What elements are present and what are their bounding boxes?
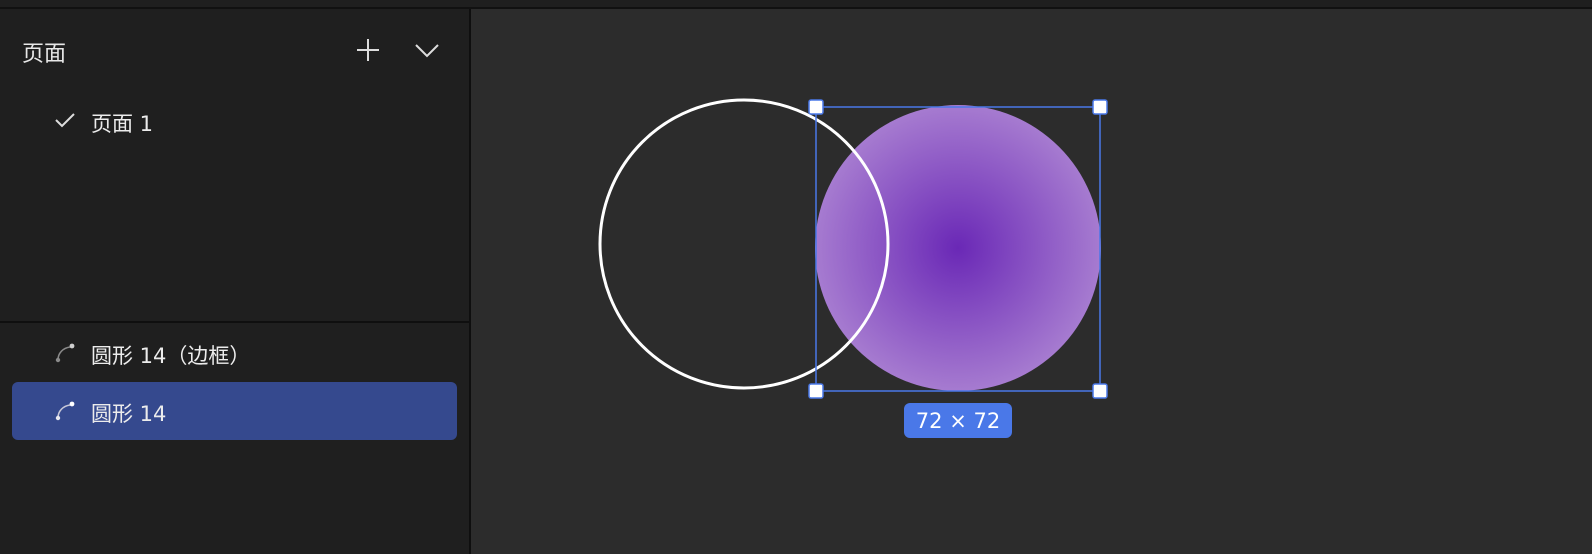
check-icon (55, 113, 75, 128)
resize-handle-bottom-left[interactable] (808, 383, 824, 399)
panel-divider (0, 321, 469, 323)
plus-icon (357, 39, 379, 61)
layer-label: 圆形 14（边框） (91, 344, 251, 368)
vector-path-icon (55, 343, 75, 363)
pages-header: 页面 (0, 24, 469, 78)
left-sidebar: 页面 页面 1 圆形 14（边框） 圆形 14 (0, 0, 471, 554)
page-list-item[interactable]: 页面 1 (0, 96, 469, 146)
resize-handle-top-right[interactable] (1092, 99, 1108, 115)
canvas[interactable] (471, 9, 1592, 554)
pages-title: 页面 (22, 42, 67, 67)
add-page-button[interactable] (350, 32, 386, 68)
layer-item-circle[interactable]: 圆形 14 (12, 382, 457, 440)
chevron-down-icon (415, 44, 439, 58)
layer-item-circle-border[interactable]: 圆形 14（边框） (12, 324, 457, 382)
selection-size-badge: 72 × 72 (904, 403, 1012, 438)
resize-handle-top-left[interactable] (808, 99, 824, 115)
top-toolbar-edge (0, 0, 1592, 9)
vector-path-icon (55, 401, 75, 421)
collapse-pages-button[interactable] (409, 32, 445, 68)
page-label: 页面 1 (91, 112, 154, 136)
design-editor: 页面 页面 1 圆形 14（边框） 圆形 14 72 × 72 (0, 0, 1592, 554)
resize-handle-bottom-right[interactable] (1092, 383, 1108, 399)
layer-label: 圆形 14 (91, 402, 167, 426)
gradient-circle[interactable] (815, 105, 1101, 391)
